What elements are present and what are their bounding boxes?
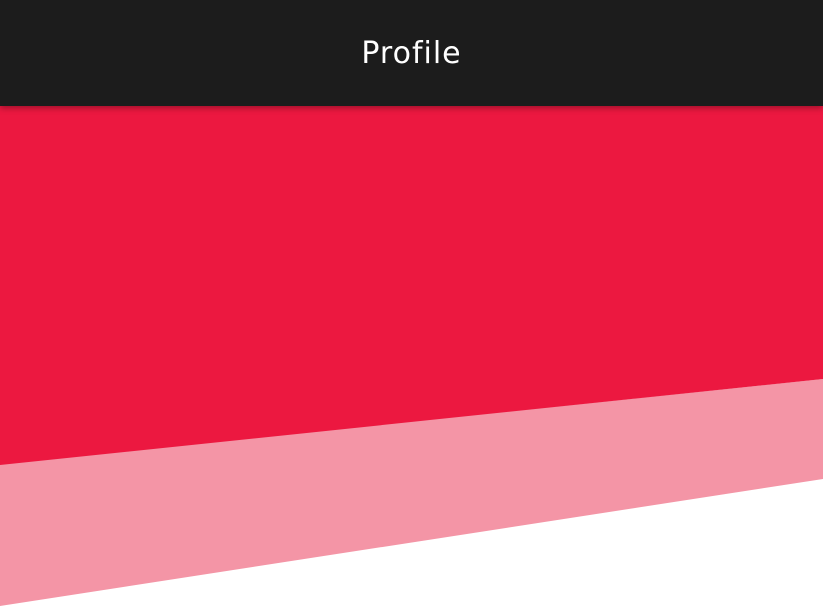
app-bar: Profile bbox=[0, 0, 823, 106]
page-title: Profile bbox=[361, 35, 462, 71]
hero-shapes bbox=[0, 106, 823, 606]
profile-header-background bbox=[0, 106, 823, 609]
